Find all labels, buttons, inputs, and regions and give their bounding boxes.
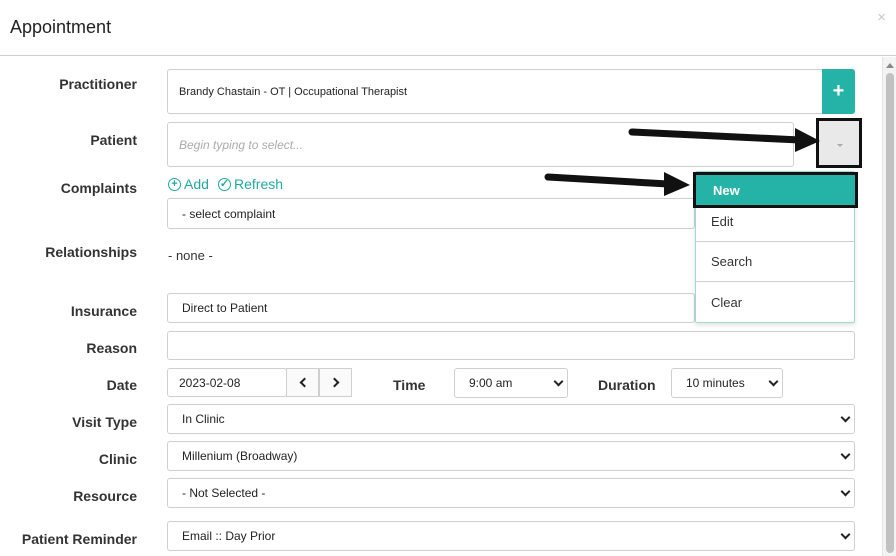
complaints-label: Complaints xyxy=(60,180,137,196)
clinic-label: Clinic xyxy=(98,451,137,467)
chevron-down-icon xyxy=(840,486,851,497)
menu-item-new[interactable]: New xyxy=(693,172,858,208)
resource-label: Resource xyxy=(73,488,137,504)
caret-down-icon xyxy=(837,144,843,147)
date-value: 2023-02-08 xyxy=(179,375,241,390)
resource-value: - Not Selected - xyxy=(182,486,266,500)
menu-item-edit[interactable]: Edit xyxy=(696,202,854,242)
arrow-to-new-item xyxy=(544,173,672,188)
duration-select[interactable]: 10 minutes xyxy=(671,368,783,398)
relationships-label: Relationships xyxy=(45,244,137,260)
time-value: 9:00 am xyxy=(469,376,513,390)
insurance-value: Direct to Patient xyxy=(182,301,268,315)
practitioner-label: Practitioner xyxy=(59,76,137,92)
reason-input[interactable] xyxy=(167,331,855,360)
patient-placeholder: Begin typing to select... xyxy=(179,137,304,152)
add-complaint-label: Add xyxy=(184,176,209,192)
dialog-title: Appointment xyxy=(10,17,112,37)
scroll-thumb[interactable] xyxy=(886,73,894,553)
patient-reminder-select[interactable]: Email :: Day Prior xyxy=(167,521,855,551)
chevron-down-icon xyxy=(840,412,851,423)
time-select[interactable]: 9:00 am xyxy=(454,368,568,398)
patient-label: Patient xyxy=(90,132,137,148)
menu-item-search[interactable]: Search xyxy=(696,242,854,282)
visit-type-label: Visit Type xyxy=(72,414,137,430)
scroll-up-icon[interactable] xyxy=(886,63,894,68)
arrowhead-new-item xyxy=(664,172,690,196)
refresh-complaint-link[interactable]: ✓ Refresh xyxy=(218,176,283,192)
chevron-down-icon xyxy=(840,449,851,460)
scrollbar[interactable] xyxy=(882,57,896,556)
dialog-header: Appointment × xyxy=(0,0,896,56)
clinic-value: Millenium (Broadway) xyxy=(182,449,298,463)
clinic-select[interactable]: Millenium (Broadway) xyxy=(167,441,855,471)
insurance-label: Insurance xyxy=(70,303,137,319)
chevron-down-icon xyxy=(840,529,851,540)
patient-reminder-label: Patient Reminder xyxy=(21,531,137,547)
complaint-select[interactable]: - select complaint xyxy=(167,198,695,229)
date-label: Date xyxy=(106,377,137,393)
duration-value: 10 minutes xyxy=(686,376,745,390)
chevron-down-icon xyxy=(553,376,564,387)
check-circle-icon: ✓ xyxy=(218,177,231,191)
add-practitioner-button[interactable]: + xyxy=(822,69,855,114)
reason-label: Reason xyxy=(86,340,137,356)
practitioner-field[interactable]: Brandy Chastain - OT | Occupational Ther… xyxy=(167,69,823,114)
complaint-select-value: - select complaint xyxy=(182,206,276,221)
chevron-right-icon xyxy=(329,377,339,388)
chevron-down-icon xyxy=(768,376,779,387)
menu-item-clear[interactable]: Clear xyxy=(696,282,854,322)
time-label: Time xyxy=(393,377,426,393)
chevron-left-icon xyxy=(299,377,309,388)
patient-reminder-value: Email :: Day Prior xyxy=(182,529,276,543)
visit-type-value: In Clinic xyxy=(182,412,225,426)
close-icon[interactable]: × xyxy=(877,10,886,26)
patient-search-input[interactable]: Begin typing to select... xyxy=(167,122,794,167)
patient-menu-toggle-button[interactable] xyxy=(816,118,862,168)
refresh-complaint-label: Refresh xyxy=(234,176,284,192)
plus-circle-icon: + xyxy=(168,177,181,191)
resource-select[interactable]: - Not Selected - xyxy=(167,478,855,508)
date-prev-button[interactable] xyxy=(286,368,319,397)
insurance-select[interactable]: Direct to Patient xyxy=(167,293,695,323)
date-input[interactable]: 2023-02-08 xyxy=(167,368,287,397)
add-complaint-link[interactable]: + Add xyxy=(168,176,209,192)
duration-label: Duration xyxy=(598,377,656,393)
date-next-button[interactable] xyxy=(319,368,352,397)
practitioner-value: Brandy Chastain - OT | Occupational Ther… xyxy=(179,85,408,98)
visit-type-select[interactable]: In Clinic xyxy=(167,404,855,434)
relationships-value: - none - xyxy=(168,248,213,263)
